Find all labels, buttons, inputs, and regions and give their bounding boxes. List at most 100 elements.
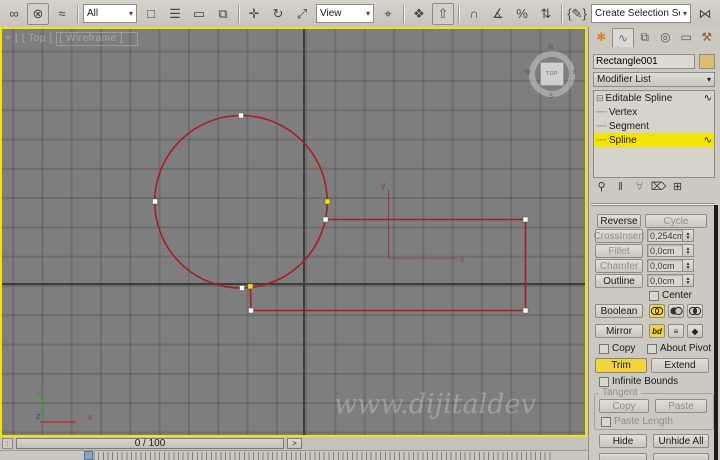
next-frame-button[interactable]: >: [287, 438, 302, 449]
time-slider-grip[interactable]: ∶: [2, 438, 13, 449]
mirror-horizontal-icon[interactable]: bd: [649, 324, 665, 338]
tab-display[interactable]: ▭: [676, 28, 697, 46]
use-pivot-point-center-icon[interactable]: ⌖: [377, 3, 399, 25]
tab-motion[interactable]: ◎: [655, 28, 676, 46]
mirror-copy-checkbox[interactable]: Copy: [599, 343, 635, 354]
fillet-button[interactable]: Fillet: [595, 244, 643, 258]
paste-length-checkbox[interactable]: Paste Length: [601, 416, 673, 427]
clipped-button[interactable]: [653, 453, 709, 460]
stack-item-segment[interactable]: ┄┄ Segment: [594, 119, 714, 133]
window-crossing-icon[interactable]: ⧉: [212, 3, 234, 25]
configure-modifier-sets-icon[interactable]: ⊞: [669, 179, 686, 194]
select-and-scale-icon[interactable]: ⤢: [291, 3, 313, 25]
unlink-selection-icon[interactable]: ⊗: [27, 2, 49, 25]
object-color-swatch[interactable]: [699, 54, 715, 69]
viewcube-south-label: S: [549, 94, 554, 100]
stack-item-editable-spline[interactable]: ⊟ Editable Spline ∿: [594, 91, 714, 105]
angle-snap-icon[interactable]: ∡: [487, 3, 509, 25]
checkbox-icon[interactable]: [647, 343, 657, 354]
mirror-button[interactable]: Mirror: [595, 324, 643, 338]
select-and-manipulate-icon[interactable]: ❖: [408, 3, 430, 25]
crossinsert-spinner[interactable]: 0,254cm ▲ ▼: [647, 229, 694, 242]
infinite-bounds-checkbox[interactable]: Infinite Bounds: [599, 376, 678, 387]
named-selection-sets-dropdown[interactable]: Create Selection Se ▾: [591, 4, 691, 23]
tab-utilities[interactable]: ⚒: [696, 28, 717, 46]
track-bar-frame-handle[interactable]: [84, 451, 93, 460]
select-by-name-icon[interactable]: ☰: [164, 3, 186, 25]
bind-to-space-warp-icon[interactable]: ≈: [51, 3, 73, 25]
checkbox-icon[interactable]: [599, 343, 609, 354]
spinner-arrows-icon[interactable]: ▲ ▼: [683, 244, 694, 257]
reference-coordinate-system-dropdown[interactable]: View ▾: [316, 4, 374, 23]
checkbox-icon[interactable]: [649, 290, 659, 301]
tab-hierarchy[interactable]: ⧉: [634, 28, 655, 46]
track-bar[interactable]: [0, 450, 587, 460]
spinner-snap-icon[interactable]: ⇅: [535, 3, 557, 25]
boolean-union-icon[interactable]: [649, 304, 665, 318]
tab-modify[interactable]: ∿: [611, 28, 635, 47]
chamfer-spinner[interactable]: 0,0cm ▲ ▼: [647, 259, 694, 272]
tangent-copy-button[interactable]: Copy: [599, 399, 649, 413]
select-and-link-icon[interactable]: ∞: [3, 3, 25, 25]
make-unique-icon[interactable]: ∀: [631, 179, 648, 194]
boolean-button[interactable]: Boolean: [595, 304, 643, 318]
extend-button[interactable]: Extend: [651, 358, 709, 373]
stack-item-spline[interactable]: ┄┄ Spline ∿: [594, 133, 714, 147]
edit-named-selection-sets-icon[interactable]: {✎}: [566, 3, 588, 25]
viewport-menu-shading[interactable]: [ Wireframe ]: [56, 32, 139, 46]
snap-toggle-2d-icon[interactable]: ∩: [463, 3, 485, 25]
boolean-subtraction-icon[interactable]: [668, 304, 684, 318]
remove-modifier-icon[interactable]: ⌦: [650, 179, 667, 194]
stack-row-icon[interactable]: ∿: [704, 93, 712, 104]
tangent-paste-button[interactable]: Paste: [655, 399, 707, 413]
percent-snap-icon[interactable]: %: [511, 3, 533, 25]
clipped-button[interactable]: [599, 453, 647, 460]
mirror-vertical-icon[interactable]: ≡: [668, 324, 684, 338]
cycle-button[interactable]: Cycle: [645, 214, 707, 228]
svg-text:x: x: [87, 412, 93, 422]
viewport-label[interactable]: + ] [ Top ] [ Wireframe ]: [5, 32, 139, 46]
spinner-arrows-icon[interactable]: ▲ ▼: [683, 229, 694, 242]
toolbar-separator: [561, 4, 562, 23]
panel-scrollbar[interactable]: [714, 205, 718, 460]
hide-button[interactable]: Hide: [599, 434, 647, 448]
mirror-icon[interactable]: ⋈: [694, 3, 716, 25]
about-pivot-checkbox[interactable]: About Pivot: [647, 343, 711, 354]
time-slider[interactable]: 0 / 100: [16, 438, 284, 449]
trim-button[interactable]: Trim: [595, 358, 647, 373]
center-checkbox[interactable]: Center: [649, 290, 692, 301]
pin-stack-icon[interactable]: ⚲: [593, 179, 610, 194]
viewcube-top-face[interactable]: TOP: [540, 62, 564, 86]
crossinsert-button[interactable]: CrossInsert: [593, 229, 645, 243]
keyboard-shortcut-override-icon[interactable]: ⇧: [432, 2, 454, 25]
outline-spinner[interactable]: 0,0cm ▲ ▼: [647, 274, 694, 287]
boolean-intersection-icon[interactable]: [687, 304, 703, 318]
reverse-button[interactable]: Reverse: [597, 214, 641, 228]
show-end-result-icon[interactable]: ‖: [612, 179, 629, 194]
checkbox-icon[interactable]: [601, 416, 611, 427]
stack-item-vertex[interactable]: ┄┄ Vertex: [594, 105, 714, 119]
outline-button[interactable]: Outline: [595, 274, 643, 288]
svg-text:y: y: [35, 387, 41, 397]
select-and-rotate-icon[interactable]: ↻: [267, 3, 289, 25]
chamfer-button[interactable]: Chamfer: [595, 259, 643, 273]
object-name-field[interactable]: [593, 54, 695, 69]
stack-row-icon[interactable]: ∿: [704, 135, 712, 146]
modifier-list-dropdown[interactable]: Modifier List ▾: [593, 72, 715, 87]
checkbox-icon[interactable]: [599, 376, 609, 387]
tab-create[interactable]: ✱: [591, 28, 612, 46]
spinner-arrows-icon[interactable]: ▲ ▼: [683, 274, 694, 287]
select-object-icon[interactable]: □: [140, 3, 162, 25]
viewport-menu-view[interactable]: [ Top ]: [22, 33, 53, 46]
modifier-stack: ⊟ Editable Spline ∿ ┄┄ Vertex ┄┄ Segment ┄┄ Spli…: [593, 90, 715, 178]
select-and-move-icon[interactable]: ✛: [243, 3, 265, 25]
viewcube[interactable]: TOP N E S W: [525, 45, 578, 100]
spinner-arrows-icon[interactable]: ▲ ▼: [683, 259, 694, 272]
unhide-all-button[interactable]: Unhide All: [653, 434, 709, 448]
selection-filter-dropdown[interactable]: All ▾: [83, 4, 137, 23]
viewport-menu-plus[interactable]: + ]: [5, 33, 18, 46]
selection-region-icon[interactable]: ▭: [188, 3, 210, 25]
viewport-top[interactable]: y x y z x + ] [ Top ] [ Wireframe ] TOP N E …: [0, 27, 587, 437]
fillet-spinner[interactable]: 0,0cm ▲ ▼: [647, 244, 694, 257]
mirror-both-icon[interactable]: ◆: [687, 324, 703, 338]
